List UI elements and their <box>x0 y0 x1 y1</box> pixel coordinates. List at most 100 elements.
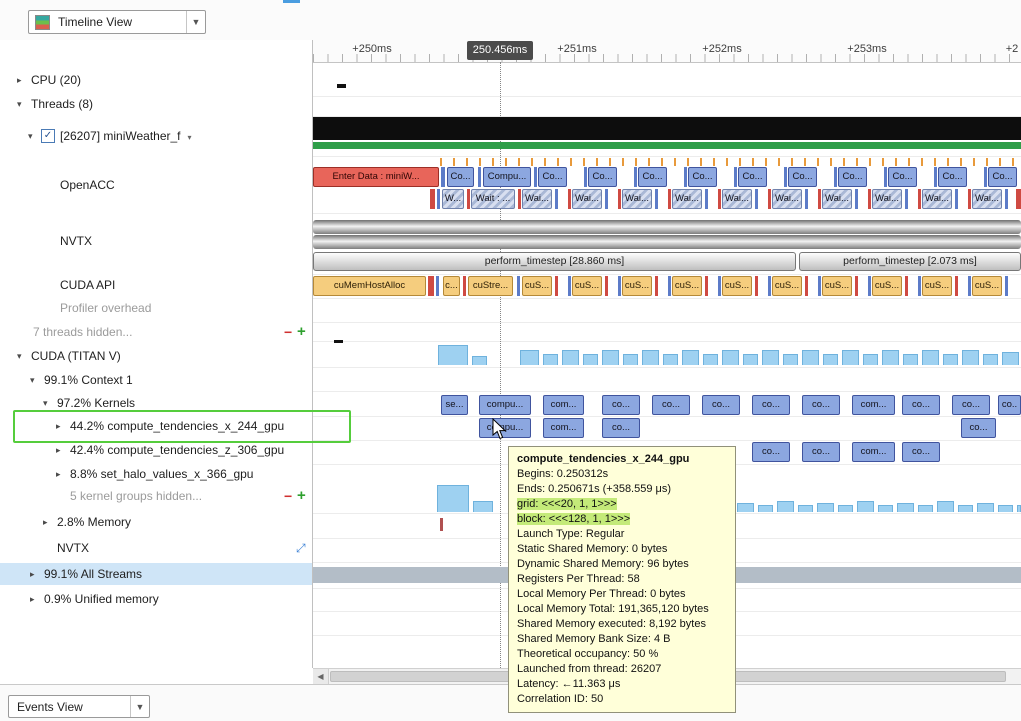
kernels-all-event[interactable]: com... <box>852 395 895 415</box>
tree-row-kernel-compute-tendencies-z[interactable]: ▸42.4% compute_tendencies_z_306_gpu <box>0 441 312 459</box>
kernel-z306-row-event[interactable]: co... <box>752 442 790 462</box>
expand-arrow-icon[interactable]: ▸ <box>56 441 61 459</box>
openacc-compute-event[interactable]: Co... <box>738 167 767 187</box>
cuda-api-event[interactable]: cuS... <box>872 276 902 296</box>
openacc-compute-event[interactable]: Compu... <box>483 167 531 187</box>
tree-row-nvtx-thread[interactable]: NVTX <box>0 232 312 250</box>
timeline-ruler[interactable]: 250.456ms +250ms+251ms+252ms+253ms+2 <box>313 40 1021 63</box>
collapse-arrow-icon[interactable]: ▾ <box>28 127 33 145</box>
cuda-api-event[interactable]: cuS... <box>972 276 1002 296</box>
tree-row-nvtx-gpu[interactable]: NVTX⤢ <box>0 539 312 557</box>
openacc-compute-event[interactable]: Co... <box>447 167 474 187</box>
openacc-wait-event[interactable]: Wai... <box>672 189 702 209</box>
timeline-view-dropdown[interactable]: Timeline View ▼ <box>28 10 206 34</box>
thread-options-caret-icon[interactable]: ▾ <box>188 129 192 147</box>
openacc-compute-event[interactable]: Co... <box>538 167 567 187</box>
show-row-plus-icon[interactable]: + <box>297 487 306 505</box>
chevron-down-icon[interactable]: ▼ <box>186 11 205 33</box>
tree-row-thread-26207[interactable]: ▾✓[26207] miniWeather_f▾ <box>0 127 312 145</box>
tree-row-kernel-groups-hidden[interactable]: 5 kernel groups hidden...−+ <box>0 487 312 505</box>
collapse-arrow-icon[interactable]: ▾ <box>17 347 22 365</box>
kernel-z306-row-event[interactable]: com... <box>852 442 895 462</box>
chevron-down-icon[interactable]: ▼ <box>130 696 149 717</box>
kernels-all-event[interactable]: compu... <box>479 395 531 415</box>
openacc-wait-event[interactable]: Wait : ... <box>471 189 515 209</box>
cuda-api-event[interactable]: cuS... <box>572 276 602 296</box>
cuda-api-event[interactable]: cuS... <box>722 276 752 296</box>
openacc-compute-event[interactable]: Co... <box>638 167 667 187</box>
expand-arrow-icon[interactable]: ▸ <box>17 71 22 89</box>
kernels-all-event[interactable]: co... <box>802 395 840 415</box>
kernels-all-event[interactable]: se... <box>441 395 468 415</box>
tree-row-cuda-titan-v[interactable]: ▾CUDA (TITAN V) <box>0 347 312 365</box>
openacc-wait-event[interactable]: Wai... <box>922 189 952 209</box>
tree-row-profiler-overhead[interactable]: Profiler overhead <box>0 299 312 317</box>
openacc-wait-event[interactable]: Wai... <box>622 189 652 209</box>
openacc-wait-event[interactable]: Wai... <box>522 189 552 209</box>
cuda-api-event[interactable]: c... <box>443 276 460 296</box>
show-row-plus-icon[interactable]: + <box>297 323 306 341</box>
collapse-arrow-icon[interactable]: ▾ <box>17 95 22 113</box>
tree-row-threads[interactable]: ▾Threads (8) <box>0 95 312 113</box>
openacc-wait-event[interactable]: Wai... <box>772 189 802 209</box>
openacc-compute-event[interactable]: Co... <box>988 167 1017 187</box>
tree-row-cpu[interactable]: ▸CPU (20) <box>0 71 312 89</box>
openacc-wait-event[interactable]: Wai... <box>872 189 902 209</box>
tree-row-context-1[interactable]: ▾99.1% Context 1 <box>0 371 312 389</box>
cuda-api-event[interactable]: cuStre... <box>468 276 513 296</box>
cuda-api-event[interactable]: cuS... <box>672 276 702 296</box>
memory-mark[interactable] <box>440 518 443 531</box>
openacc-compute-event[interactable]: Co... <box>588 167 617 187</box>
collapse-arrow-icon[interactable]: ▾ <box>30 371 35 389</box>
expand-arrow-icon[interactable]: ▸ <box>56 465 61 483</box>
hidden-threads-mark[interactable] <box>334 340 343 343</box>
cpu-activity-mark[interactable] <box>337 84 346 88</box>
expand-arrow-icon[interactable]: ▸ <box>43 513 48 531</box>
kernel-z306-row-event[interactable]: co... <box>802 442 840 462</box>
kernels-all-event[interactable]: co... <box>902 395 940 415</box>
thread-runtime-bar[interactable] <box>313 142 1021 149</box>
kernels-all-event[interactable]: co... <box>952 395 990 415</box>
hide-row-minus-icon[interactable]: − <box>284 323 292 341</box>
cuda-api-event[interactable]: cuS... <box>772 276 802 296</box>
kernel-x244-row-event[interactable]: co... <box>602 418 640 438</box>
expand-arrow-icon[interactable]: ▸ <box>30 563 35 585</box>
expand-row-icon[interactable]: ⤢ <box>296 539 306 557</box>
kernels-all-event[interactable]: co... <box>652 395 690 415</box>
nvtx-ranges-event[interactable]: perform_timestep [2.073 ms] <box>799 252 1021 271</box>
kernels-all-event[interactable]: co.. <box>998 395 1021 415</box>
openacc-compute-event[interactable]: Co... <box>838 167 867 187</box>
kernels-all-event[interactable]: co... <box>752 395 790 415</box>
kernel-z306-row-event[interactable]: co... <box>902 442 940 462</box>
tree-row-all-streams[interactable]: ▸99.1% All Streams <box>0 563 312 585</box>
expand-arrow-icon[interactable]: ▸ <box>30 590 35 608</box>
tree-row-unified-memory[interactable]: ▸0.9% Unified memory <box>0 590 312 608</box>
events-view-dropdown[interactable]: Events View ▼ <box>8 695 150 718</box>
tree-row-cuda-api[interactable]: CUDA API <box>0 276 312 294</box>
openacc-compute-event[interactable]: Enter Data : miniW... <box>313 167 439 187</box>
kernels-all-event[interactable]: co... <box>702 395 740 415</box>
kernels-all-event[interactable]: co... <box>602 395 640 415</box>
tree-row-openacc[interactable]: OpenACC <box>0 176 312 194</box>
openacc-wait-event[interactable]: Wai... <box>572 189 602 209</box>
thread-checkbox[interactable]: ✓ <box>41 129 55 143</box>
cuda-api-event[interactable]: cuMemHostAlloc <box>313 276 426 296</box>
cuda-api-event[interactable]: cuS... <box>622 276 652 296</box>
openacc-compute-event[interactable]: Co... <box>688 167 717 187</box>
openacc-compute-event[interactable]: Co... <box>788 167 817 187</box>
thread-state-bar[interactable] <box>313 117 1021 140</box>
cuda-api-event[interactable]: cuS... <box>522 276 552 296</box>
scroll-left-button[interactable]: ◀ <box>313 669 329 684</box>
nvtx-ranges-event[interactable]: perform_timestep [28.860 ms] <box>313 252 796 271</box>
kernel-x244-row-event[interactable]: co... <box>961 418 996 438</box>
tree-row-threads-hidden[interactable]: 7 threads hidden...−+ <box>0 323 312 341</box>
cuda-api-event[interactable]: cuS... <box>822 276 852 296</box>
openacc-compute-event[interactable]: Co... <box>938 167 967 187</box>
tree-row-kernel-set-halo-values-x[interactable]: ▸8.8% set_halo_values_x_366_gpu <box>0 465 312 483</box>
tree-row-memory[interactable]: ▸2.8% Memory <box>0 513 312 531</box>
openacc-wait-event[interactable]: Wai... <box>822 189 852 209</box>
openacc-wait-event[interactable]: Wai... <box>722 189 752 209</box>
kernel-x244-row-event[interactable]: com... <box>543 418 584 438</box>
kernels-all-event[interactable]: com... <box>543 395 584 415</box>
cuda-api-event[interactable]: cuS... <box>922 276 952 296</box>
